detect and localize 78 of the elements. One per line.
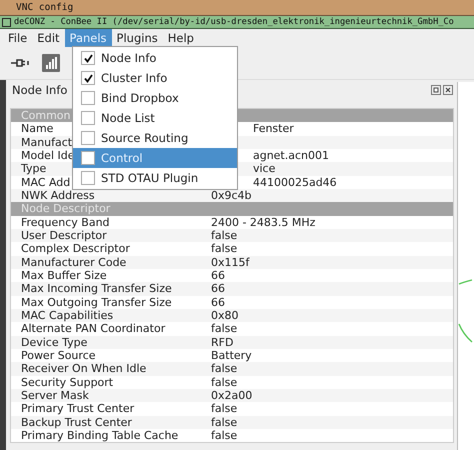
table-cell: Complex Descriptor (20, 242, 130, 256)
table-cell: false (210, 429, 238, 442)
table-cell: Type (20, 162, 46, 176)
checkbox[interactable] (81, 151, 95, 165)
table-cell: 66 (210, 269, 225, 282)
table-cell: false (210, 322, 238, 336)
section-title: Node Descriptor (20, 202, 110, 216)
table-cell: Device Type (20, 336, 88, 349)
checkbox[interactable] (81, 51, 95, 65)
menu-item[interactable]: Help (162, 29, 199, 47)
table-cell: false (210, 362, 238, 376)
checkbox[interactable] (81, 111, 95, 125)
plug-icon[interactable] (10, 58, 30, 68)
menu-label: Cluster Info (101, 71, 168, 85)
checkbox[interactable] (81, 91, 95, 105)
table-cell: 66 (210, 282, 225, 296)
table-cell: false (210, 416, 238, 429)
menu-item[interactable]: File (3, 29, 32, 47)
table-cell: MAC Add (20, 176, 70, 189)
table-cell: Frequency Band (20, 216, 110, 229)
table-cell: Manufacturer Code (20, 256, 126, 269)
table-cell: false (210, 376, 238, 389)
signal-icon[interactable] (42, 54, 60, 72)
menu-label: Bind Dropbox (101, 91, 179, 105)
window-icon[interactable] (2, 18, 11, 26)
table-cell: 0x80 (210, 309, 238, 322)
table-cell: Receiver On When Idle (20, 362, 146, 376)
table-cell: NWK Address (20, 189, 95, 202)
menu-label: Node List (101, 111, 155, 125)
table-cell: Backup Trust Center (20, 416, 132, 429)
menu-label: Control (101, 151, 143, 165)
table-cell: Server Mask (20, 389, 89, 402)
table-cell: Power Source (20, 349, 96, 362)
table-cell: 2400 - 2483.5 MHz (210, 216, 316, 229)
table-cell: Security Support (20, 376, 114, 389)
table-cell: 0x115f (210, 256, 250, 269)
checkbox[interactable] (81, 131, 95, 145)
menu-label: STD OTAU Plugin (101, 171, 198, 185)
table-cell: Max Incoming Transfer Size (20, 282, 172, 296)
table-cell: Fenster (252, 122, 294, 136)
table-cell: agnet.acn001 (252, 149, 329, 162)
menu-option[interactable]: Cluster Info (73, 68, 237, 88)
table-cell: Max Buffer Size (20, 269, 107, 282)
window-title: deCONZ - ConBee II (/dev/serial/by-id/usb-dresden_elektronik_ingenieurtechnik_GmbH_Co (14, 17, 454, 27)
table-cell: Battery (210, 349, 252, 362)
table-cell: vice (252, 162, 276, 176)
table-cell: false (210, 229, 238, 242)
menu-label: Source Routing (101, 131, 188, 145)
float-icon[interactable] (431, 85, 441, 95)
table-cell: false (210, 402, 238, 416)
menu-label: Node Info (101, 51, 156, 65)
table-cell: Name (20, 122, 54, 136)
close-icon[interactable] (443, 85, 453, 95)
section-title: Common (20, 109, 71, 122)
table-cell: false (210, 242, 238, 256)
window-title: VNC config (16, 2, 74, 13)
table-cell: Primary Trust Center (20, 402, 134, 416)
menu-item[interactable]: Plugins (112, 29, 163, 47)
table-cell: 66 (210, 296, 225, 309)
menu-option[interactable]: Bind Dropbox (73, 88, 237, 108)
menu-option[interactable]: STD OTAU Plugin (73, 168, 237, 188)
menu-option[interactable]: Node List (73, 108, 237, 128)
table-cell: 0x2a00 (210, 389, 252, 402)
table-cell: RFD (210, 336, 234, 349)
table-cell: Max Outgoing Transfer Size (20, 296, 172, 309)
table-cell: Alternate PAN Coordinator (20, 322, 166, 336)
panel-title: Node Info (12, 83, 68, 97)
checkbox[interactable] (81, 71, 95, 85)
table-cell: Primary Binding Table Cache (20, 429, 178, 442)
table-cell: MAC Capabilities (20, 309, 114, 322)
table-cell: User Descriptor (20, 229, 107, 242)
table-cell: Manufact (20, 136, 72, 149)
menu-option[interactable]: Source Routing (73, 128, 237, 148)
table-cell: 44100025ad46 (252, 176, 337, 189)
menu-option[interactable]: Node Info (73, 48, 237, 68)
checkbox[interactable] (81, 171, 95, 185)
menu-item[interactable]: Edit (32, 29, 65, 47)
table-cell: 0x9c4b (210, 189, 252, 202)
